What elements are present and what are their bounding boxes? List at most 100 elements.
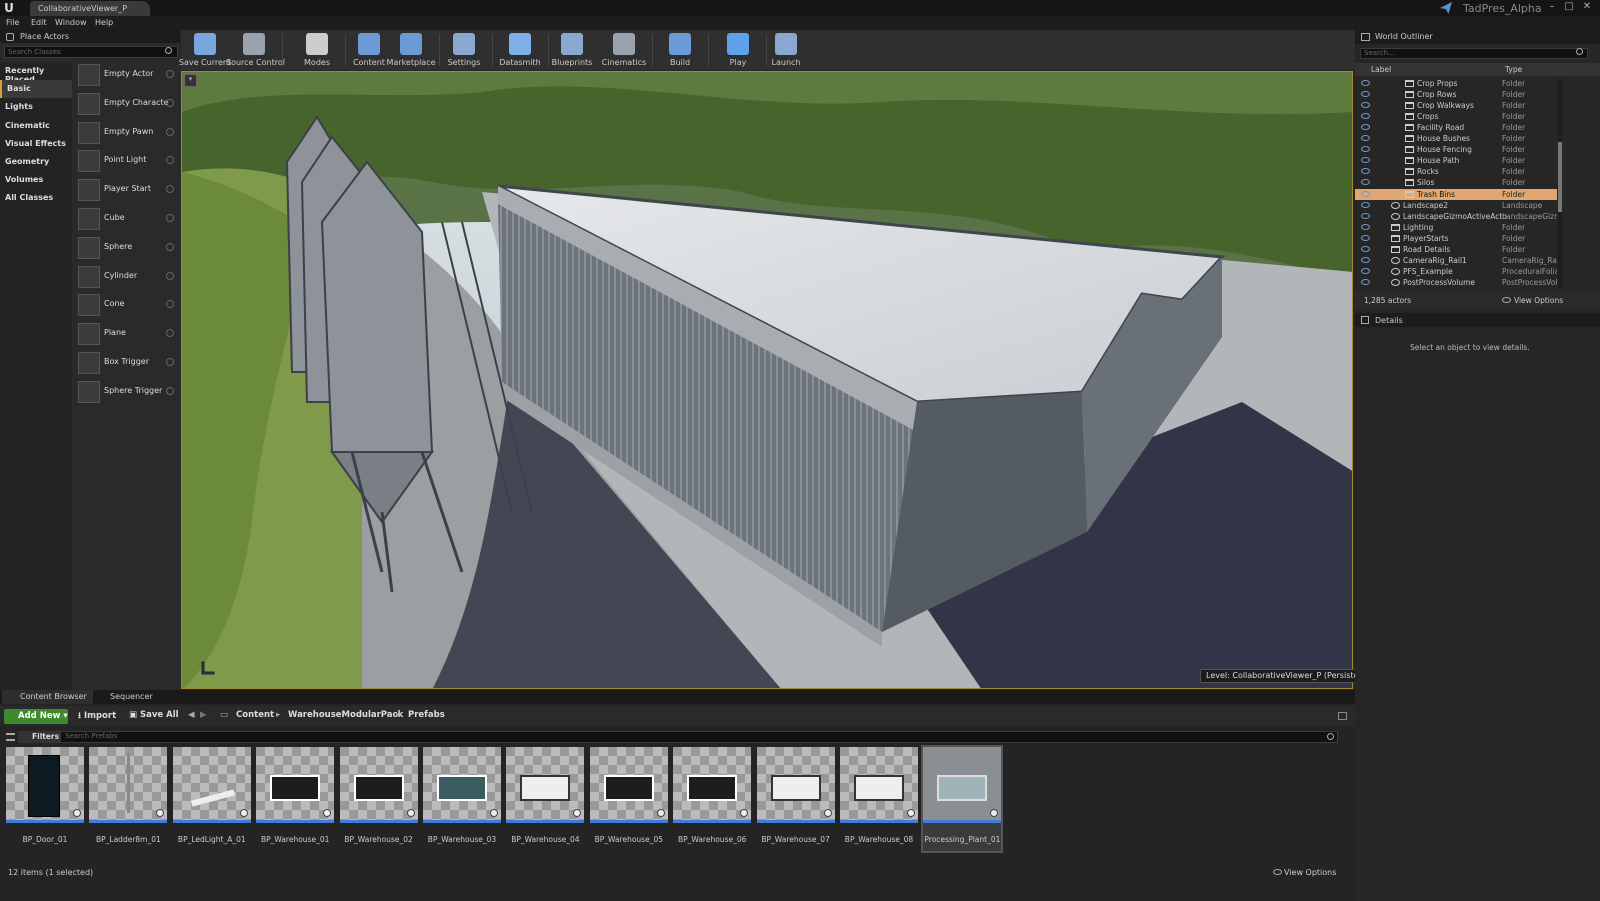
visibility-eye-icon[interactable]	[1361, 91, 1370, 98]
actor-item-sphere[interactable]: Sphere	[76, 234, 176, 262]
path-warehousemodularpack[interactable]: WarehouseModularPack	[288, 710, 403, 720]
asset-tile[interactable]: BP_Warehouse_06	[673, 747, 752, 851]
category-cinematic[interactable]: Cinematic	[0, 117, 72, 135]
category-recently-placed[interactable]: Recently Placed	[0, 62, 72, 84]
launch-button[interactable]: Launch	[758, 30, 814, 70]
outliner-search-input[interactable]: Search...	[1360, 48, 1588, 59]
asset-tile[interactable]: BP_Warehouse_02	[339, 747, 418, 851]
asset-tile[interactable]: BP_LedLight_A_01	[172, 747, 251, 851]
help-icon[interactable]	[166, 386, 174, 395]
blueprints-button[interactable]: Blueprints	[544, 30, 600, 70]
help-icon[interactable]	[166, 358, 174, 366]
outliner-row[interactable]: Facility Road Folder	[1355, 122, 1557, 133]
help-icon[interactable]	[166, 300, 174, 309]
build-button[interactable]: Build	[652, 30, 708, 70]
actor-item-cylinder[interactable]: Cylinder	[76, 263, 176, 291]
actor-item-point-light[interactable]: Point Light	[76, 147, 176, 175]
asset-tile[interactable]: Processing_Plant_01	[921, 745, 1004, 853]
menu-file[interactable]: File	[6, 18, 19, 27]
marketplace-button[interactable]: Marketplace	[383, 30, 439, 70]
outliner-row[interactable]: PlayerStarts Folder	[1355, 233, 1557, 244]
outliner-row[interactable]: Rocks Folder	[1355, 166, 1557, 177]
save-current-button[interactable]: Save Current	[177, 30, 233, 70]
search-icon[interactable]	[1576, 48, 1583, 55]
outliner-row[interactable]: House Bushes Folder	[1355, 133, 1557, 144]
visibility-eye-icon[interactable]	[1361, 278, 1370, 285]
category-lights[interactable]: Lights	[0, 98, 72, 116]
outliner-row[interactable]: Crop Props Folder	[1355, 78, 1557, 89]
help-icon[interactable]	[166, 98, 174, 107]
search-prefabs-input[interactable]: Search Prefabs	[60, 731, 1338, 743]
outliner-scroll-thumb[interactable]	[1558, 142, 1562, 212]
asset-tile[interactable]: BP_Warehouse_07	[756, 747, 835, 851]
visibility-eye-icon[interactable]	[1361, 157, 1370, 164]
outliner-row[interactable]: House Path Folder	[1355, 155, 1557, 166]
tab-content-browser[interactable]: Content Browser	[2, 690, 93, 704]
actor-item-plane[interactable]: Plane	[76, 320, 176, 348]
visibility-eye-icon[interactable]	[1361, 135, 1370, 142]
visibility-eye-icon[interactable]	[1361, 201, 1370, 208]
help-icon[interactable]	[166, 329, 174, 338]
save-all-button[interactable]: ▣ Save All	[129, 710, 179, 720]
visibility-eye-icon[interactable]	[1361, 212, 1370, 219]
asset-tile[interactable]: BP_Door_01	[6, 747, 84, 851]
menu-window[interactable]: Window	[55, 18, 87, 27]
outliner-row[interactable]: Crop Rows Folder	[1355, 89, 1557, 100]
outliner-row[interactable]: Road Details Folder	[1355, 244, 1557, 255]
search-classes-input[interactable]: Search Classes	[4, 46, 178, 58]
outliner-row[interactable]: Crops Folder	[1355, 111, 1557, 122]
help-icon[interactable]	[166, 70, 174, 78]
forward-arrow-icon[interactable]: ▶	[200, 710, 207, 720]
visibility-eye-icon[interactable]	[1361, 179, 1370, 186]
column-label[interactable]: Label	[1371, 65, 1391, 74]
asset-tile[interactable]: BP_Warehouse_01	[256, 747, 335, 851]
viewport-options-button[interactable]: ▾	[184, 74, 197, 87]
outliner-row[interactable]: Landscape2 Landscape	[1355, 200, 1557, 211]
visibility-eye-icon[interactable]	[1361, 234, 1370, 241]
category-visual-effects[interactable]: Visual Effects	[0, 135, 72, 153]
back-arrow-icon[interactable]: ◀	[188, 710, 195, 720]
outliner-row[interactable]: Crop Walkways Folder	[1355, 100, 1557, 111]
outliner-row[interactable]: LandscapeGizmoActiveActo LandscapeGizm	[1355, 211, 1557, 222]
asset-tile[interactable]: BP_Warehouse_04	[506, 747, 585, 851]
outliner-view-options[interactable]: View Options	[1514, 296, 1563, 305]
visibility-eye-icon[interactable]	[1361, 80, 1370, 86]
visibility-eye-icon[interactable]	[1361, 113, 1370, 120]
outliner-row[interactable]: Silos Folder	[1355, 177, 1557, 188]
search-icon[interactable]	[165, 47, 172, 54]
visibility-eye-icon[interactable]	[1361, 190, 1370, 197]
help-icon[interactable]	[166, 127, 174, 136]
outliner-row[interactable]: House Fencing Folder	[1355, 144, 1557, 155]
sources-panel-icon[interactable]	[6, 733, 15, 741]
import-button[interactable]: ⭳ Import	[78, 710, 116, 724]
cinematics-button[interactable]: Cinematics	[596, 30, 652, 70]
actor-item-empty-characte[interactable]: Empty Characte	[76, 90, 176, 118]
asset-tile[interactable]: BP_Warehouse_08	[840, 747, 918, 851]
eye-icon[interactable]	[1502, 297, 1511, 303]
path-content[interactable]: Content	[236, 710, 274, 720]
tab-sequencer[interactable]: Sequencer	[92, 690, 159, 704]
visibility-eye-icon[interactable]	[1361, 256, 1370, 263]
lock-icon[interactable]	[1338, 712, 1347, 720]
category-geometry[interactable]: Geometry	[0, 153, 72, 171]
outliner-row[interactable]: Trash Bins Folder	[1355, 188, 1557, 200]
actor-item-cone[interactable]: Cone	[76, 291, 176, 319]
category-all-classes[interactable]: All Classes	[0, 189, 72, 207]
category-basic[interactable]: Basic	[0, 80, 72, 99]
help-icon[interactable]	[166, 271, 174, 280]
close-icon[interactable]: ✕	[1580, 1, 1594, 13]
minimize-icon[interactable]: –	[1545, 1, 1559, 13]
outliner-row[interactable]: PFS_Example ProceduralFolia	[1355, 266, 1557, 277]
actor-item-box-trigger[interactable]: Box Trigger	[76, 349, 176, 377]
eye-icon[interactable]	[1273, 869, 1282, 875]
actor-item-sphere-trigger[interactable]: Sphere Trigger	[76, 378, 176, 406]
menu-help[interactable]: Help	[95, 18, 113, 27]
visibility-eye-icon[interactable]	[1361, 168, 1370, 175]
add-new-button[interactable]: Add New ▾	[4, 709, 68, 724]
visibility-eye-icon[interactable]	[1361, 267, 1370, 274]
menu-edit[interactable]: Edit	[31, 18, 47, 27]
category-volumes[interactable]: Volumes	[0, 171, 72, 189]
document-tab[interactable]: CollaborativeViewer_P	[30, 1, 150, 16]
visibility-eye-icon[interactable]	[1361, 102, 1370, 109]
help-icon[interactable]	[166, 214, 174, 222]
